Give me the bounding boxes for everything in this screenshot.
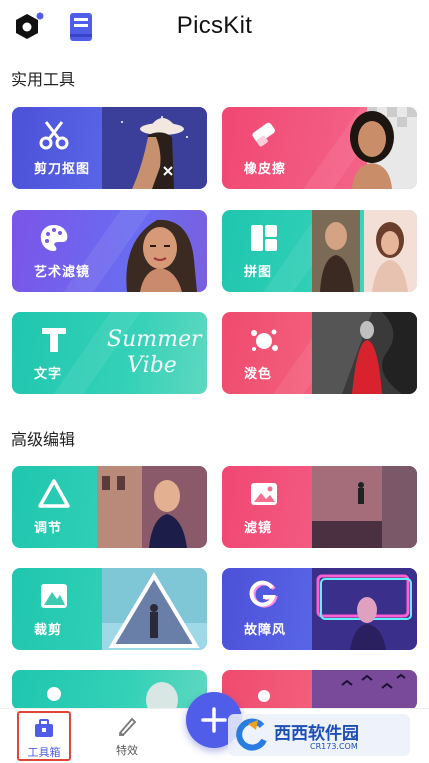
art-filter-preview-image xyxy=(126,219,197,292)
toolbox-icon xyxy=(35,719,53,737)
filter-image-icon xyxy=(251,483,277,505)
watermark-logo-icon xyxy=(236,718,267,751)
adjust-preview-image xyxy=(97,466,207,548)
adjust-triangle-icon xyxy=(38,479,70,508)
nav-toolbox[interactable]: 工具箱 xyxy=(17,711,71,761)
tool-card-color-splash[interactable]: 泼色 xyxy=(222,312,417,394)
tool-label: 橡皮擦 xyxy=(244,162,287,177)
color-splash-preview-image xyxy=(312,312,417,394)
text-icon xyxy=(42,328,66,352)
watermark-text: 西西软件园 xyxy=(274,724,359,744)
tool-card-cutout[interactable]: 剪刀抠图 xyxy=(12,107,207,189)
birds-preview-image xyxy=(312,670,417,710)
tool-label: 文字 xyxy=(34,367,63,382)
tool-card-art-filter[interactable]: 艺术滤镜 xyxy=(12,210,207,292)
tool-card-text[interactable]: Summer Vibe 文字 xyxy=(12,312,207,394)
section-title-practical-tools: 实用工具 xyxy=(11,70,76,89)
nav-toolbox-label: 工具箱 xyxy=(27,746,61,759)
filter-preview-image xyxy=(312,466,417,548)
advanced-card-glitch[interactable]: 故障风 xyxy=(222,568,417,650)
nav-effects[interactable]: 特效 xyxy=(100,711,154,761)
text-preview-image: Summer Vibe xyxy=(97,312,207,394)
crop-preview-image xyxy=(102,568,207,650)
advanced-card-adjust[interactable]: 调节 xyxy=(12,466,207,548)
advanced-card-crop[interactable]: 裁剪 xyxy=(12,568,207,650)
watermark-sub: CR173.COM xyxy=(310,742,358,751)
app-title: PicsKit xyxy=(176,12,253,39)
tool-label: 泼色 xyxy=(244,367,273,382)
glitch-g-icon xyxy=(249,580,278,608)
summer-vibe-text: Summer Vibe xyxy=(107,327,202,378)
tool-card-collage[interactable]: 拼图 xyxy=(222,210,417,292)
eraser-icon xyxy=(252,122,275,147)
birds-icon xyxy=(258,690,270,702)
eraser-preview-image xyxy=(350,107,417,189)
advanced-label: 滤镜 xyxy=(244,521,273,536)
nav-effects-label: 特效 xyxy=(116,744,138,757)
tool-label: 剪刀抠图 xyxy=(34,162,91,177)
advanced-card-birds[interactable] xyxy=(222,670,417,710)
glitch-preview-image xyxy=(312,568,417,650)
collage-icon xyxy=(251,225,277,251)
advanced-card-portrait[interactable] xyxy=(12,670,207,710)
section-title-advanced-edit: 高级编辑 xyxy=(11,430,76,449)
crop-mountain-icon xyxy=(41,584,67,608)
tool-card-eraser[interactable]: 橡皮擦 xyxy=(222,107,417,189)
top-bar: PicsKit xyxy=(0,0,429,56)
advanced-card-filter[interactable]: 滤镜 xyxy=(222,466,417,548)
tool-label: 艺术滤镜 xyxy=(34,265,91,280)
effects-icon xyxy=(118,717,137,737)
tool-label: 拼图 xyxy=(244,265,273,280)
splash-icon xyxy=(251,329,278,351)
advanced-label: 裁剪 xyxy=(34,623,63,638)
advanced-label: 调节 xyxy=(34,521,63,536)
site-watermark: 西西软件园 CR173.COM xyxy=(228,714,410,756)
advanced-label: 故障风 xyxy=(244,623,287,638)
cutout-preview-image xyxy=(102,107,207,189)
plus-icon xyxy=(201,707,227,733)
collage-preview-image xyxy=(312,210,417,292)
palette-icon xyxy=(40,225,68,251)
portrait-icon xyxy=(47,687,61,701)
scissors-icon xyxy=(39,121,69,150)
